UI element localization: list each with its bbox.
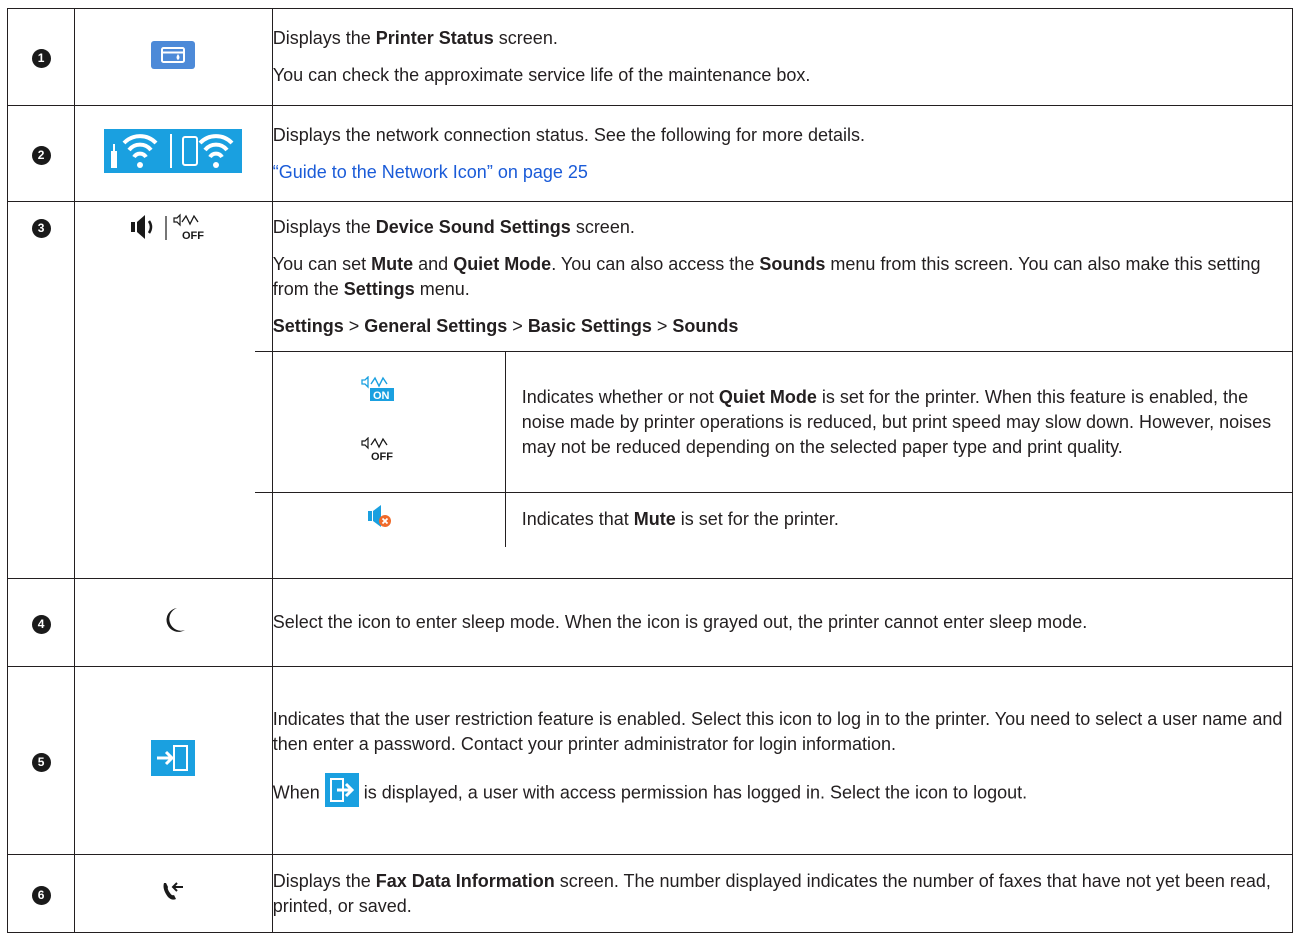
network-status-icons [104,129,243,178]
printer-status-icon [151,40,196,74]
logout-icon [324,773,359,814]
maintenance-box-note: You can check the approximate service li… [272,65,811,85]
row-number-badge: 4 [31,614,51,634]
sound-icon-subtable: ON OFF Indicates whether or not Quiet Mo… [254,351,1293,547]
mute-icon [367,505,393,534]
svg-text:OFF: OFF [182,230,204,242]
table-row: 5 Indicates that the user restriction fe… [6,666,1293,855]
printer-status-term: Printer Status [375,28,494,48]
row-description: Displays the network connection status. … [271,105,1293,202]
fax-data-icon [161,881,185,906]
row-number-badge: 5 [31,752,51,772]
settings-menu-path: Settings > General Settings > Basic Sett… [272,316,739,336]
table-row: ON OFF Indicates whether or not Quiet Mo… [254,351,1293,493]
sleep-moon-icon [160,606,186,639]
row-number-badge: 1 [31,49,51,68]
row-description: Indicates that the user restriction feat… [271,666,1293,855]
row-description: Select the icon to enter sleep mode. Whe… [271,578,1293,667]
row-number-badge: 2 [31,145,51,165]
table-row: 6 Displays the Fax Data Information scre… [6,854,1293,933]
row-number-badge: 3 [31,219,51,238]
table-row: 3 OFF Displays the Device Sound Settings… [6,201,1293,579]
row-description: Displays the Fax Data Information screen… [271,854,1293,933]
quiet-mode-off-icon: OFF [255,436,505,468]
row-description: Displays the Device Sound Settings scree… [254,201,1293,579]
svg-text:ON: ON [373,390,390,402]
quiet-mode-on-icon: ON [255,375,505,407]
svg-text:OFF: OFF [371,451,393,463]
row-number-badge: 6 [31,885,51,905]
device-sound-settings-term: Device Sound Settings [375,217,571,237]
fax-data-information-term: Fax Data Information [375,870,555,891]
table-row: 2 Displays the network connection status… [6,105,1293,202]
table-row: 4 Select the icon to enter sleep mode. W… [6,578,1293,667]
network-icon-guide-link[interactable]: “Guide to the Network Icon” on page 25 [273,162,588,182]
sound-icons: OFF [130,212,216,247]
login-icon [151,740,196,781]
table-row: Indicates that Mute is set for the print… [254,492,1293,547]
table-row: 1 Displays the Printer Status screen. Yo… [6,8,1293,106]
icon-guide-table: 1 Displays the Printer Status screen. Yo… [6,8,1293,933]
row-description: Displays the Printer Status screen. You … [271,8,1293,106]
